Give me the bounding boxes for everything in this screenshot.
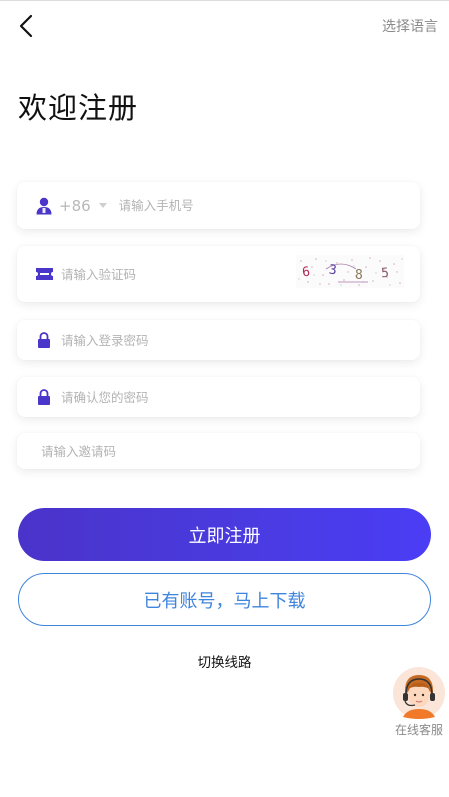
customer-service-avatar-icon xyxy=(393,667,445,719)
phone-field: +86 xyxy=(17,182,420,229)
caret-down-icon xyxy=(98,203,107,208)
switch-line-link[interactable]: 切换线路 xyxy=(0,651,449,671)
select-language-link[interactable]: 选择语言 xyxy=(382,16,438,36)
phone-input[interactable] xyxy=(116,197,420,214)
confirm-password-input[interactable] xyxy=(59,388,420,406)
user-icon xyxy=(35,197,53,215)
captcha-char-1: 6 xyxy=(301,265,311,281)
ticket-icon xyxy=(35,265,53,283)
password-input[interactable] xyxy=(59,331,420,349)
captcha-image[interactable]: 6 3 8 5 xyxy=(296,255,404,288)
invite-code-field xyxy=(17,433,420,469)
have-account-download-button[interactable]: 已有账号，马上下载 xyxy=(18,573,431,626)
country-code-value: +86 xyxy=(59,196,91,215)
back-button[interactable] xyxy=(12,11,40,41)
page-title: 欢迎注册 xyxy=(18,91,139,125)
confirm-password-field xyxy=(17,377,420,417)
invite-code-input[interactable] xyxy=(39,442,420,460)
register-button[interactable]: 立即注册 xyxy=(18,508,431,561)
captcha-char-2: 3 xyxy=(328,263,337,279)
captcha-char-4: 5 xyxy=(380,266,389,282)
chevron-left-icon xyxy=(19,14,33,38)
lock-icon xyxy=(35,331,53,349)
password-field xyxy=(17,320,420,360)
captcha-field: 6 3 8 5 xyxy=(17,246,420,302)
online-support-label: 在线客服 xyxy=(394,723,443,737)
captcha-char-3: 8 xyxy=(355,268,363,283)
online-support-button[interactable]: 在线客服 xyxy=(390,667,448,738)
lock-icon xyxy=(35,388,53,406)
country-code-select[interactable]: +86 xyxy=(59,197,107,215)
